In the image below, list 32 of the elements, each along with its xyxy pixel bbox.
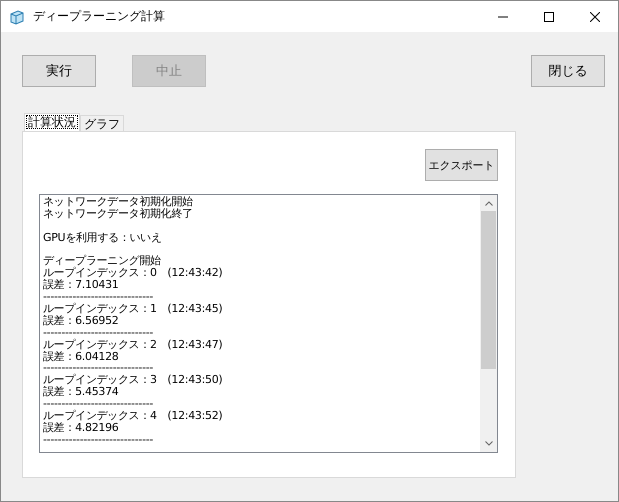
log-line: ループインデックス：0 (12:43:42) (43, 267, 224, 280)
log-line: ------------------------------ (43, 326, 154, 339)
close-icon (590, 12, 600, 22)
log-line: ------------------------------ (43, 291, 154, 304)
log-line: 誤差：5.45374 (43, 386, 120, 398)
toolbar-button[interactable]: 閉じる (531, 55, 605, 87)
window-title: ディープラーニング計算 (33, 8, 166, 25)
app-icon (9, 8, 25, 24)
tab[interactable]: グラフ (80, 115, 124, 131)
log-line: ループインデックス：2 (12:43:47) (43, 338, 224, 351)
log-line: ループインデックス：3 (12:43:50) (43, 374, 224, 386)
maximize-icon (544, 12, 554, 22)
log-line: 誤差：6.56952 (43, 314, 120, 327)
tab[interactable]: 計算状況 (24, 113, 80, 131)
log-line: ループインデックス：1 (12:43:45) (43, 303, 224, 315)
log-line: ------------------------------ (43, 434, 154, 446)
log-line: ------------------------------ (43, 362, 154, 374)
log-line: 誤差：7.10431 (43, 279, 120, 292)
log-line: ネットワークデータ初期化開始 (43, 196, 194, 208)
toolbar-button[interactable]: 実行 (22, 55, 96, 87)
log-line: 誤差：6.04128 (43, 350, 120, 362)
export-button[interactable]: エクスポート (425, 149, 498, 181)
scrollbar-thumb[interactable] (481, 211, 496, 369)
log-line: ループインデックス：4 (12:43:52) (43, 410, 224, 422)
log-line: ネットワークデータ初期化終了 (43, 208, 194, 220)
log-line: ディープラーニング開始 (43, 255, 162, 268)
log-line: ------------------------------ (43, 398, 154, 410)
log-line: GPUを利用する：いいえ (43, 232, 163, 244)
scroll-down-icon[interactable] (484, 441, 492, 446)
log-line: 誤差：4.82196 (43, 422, 120, 434)
scroll-up-icon[interactable] (484, 201, 492, 206)
scrollbar[interactable] (480, 195, 497, 452)
